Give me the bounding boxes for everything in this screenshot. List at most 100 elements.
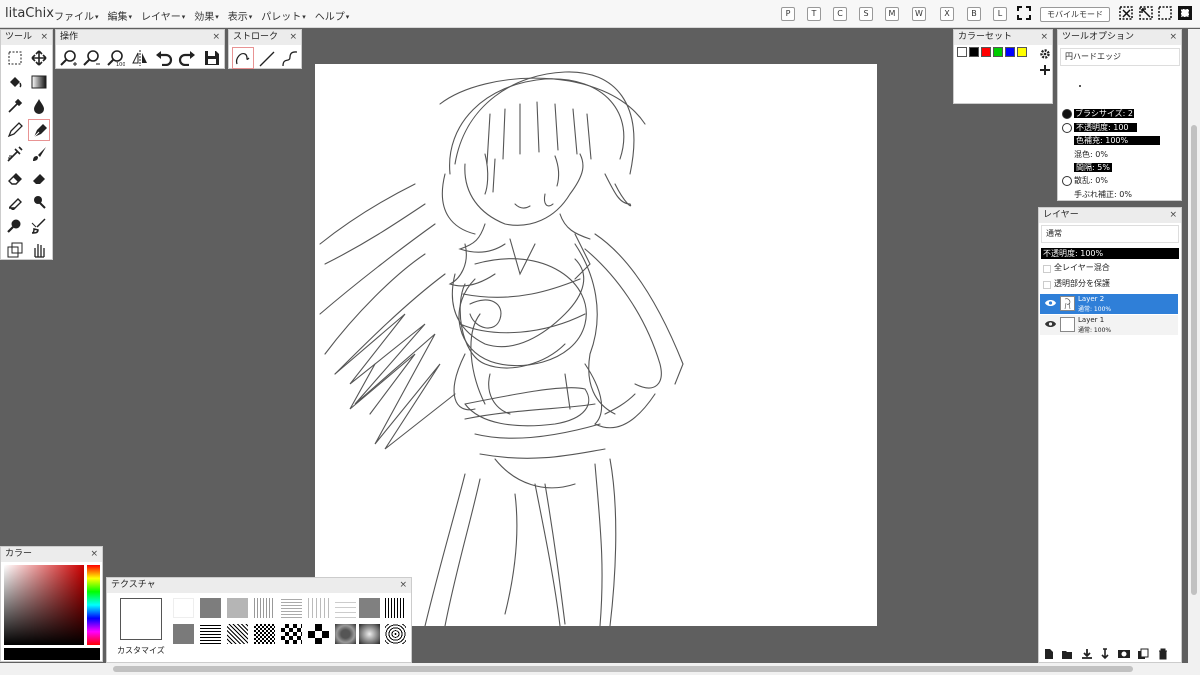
vertical-scrollbar-thumb[interactable]: [1191, 125, 1197, 595]
tools-panel-close-button[interactable]: ×: [40, 30, 48, 45]
move-tool[interactable]: [28, 47, 50, 69]
texture-dark-gray[interactable]: [359, 598, 380, 618]
rect-select-tool[interactable]: [4, 47, 26, 69]
protect-alpha-checkbox[interactable]: [1043, 281, 1051, 289]
menu-file[interactable]: ファイル: [54, 8, 99, 23]
toggle-m-button[interactable]: M: [885, 7, 899, 21]
texture-dots-4[interactable]: [335, 598, 356, 618]
gear-icon[interactable]: [1039, 48, 1051, 60]
zoom-out-icon[interactable]: [83, 49, 101, 67]
tool-options-close-button[interactable]: ×: [1169, 30, 1177, 45]
texture-light-gray[interactable]: [227, 598, 248, 618]
color-swatch-green[interactable]: [993, 47, 1003, 57]
eraser-tool[interactable]: [4, 167, 26, 189]
blend-mode-select[interactable]: 通常: [1041, 225, 1179, 243]
hand-tool[interactable]: [28, 239, 50, 261]
texture-customize-preview[interactable]: [120, 598, 162, 640]
brush-size-slider[interactable]: ブラシサイズ: 2: [1074, 108, 1134, 120]
eye-icon[interactable]: [1045, 299, 1056, 307]
airbrush-tool[interactable]: [4, 143, 26, 165]
duplicate-icon[interactable]: [1137, 648, 1149, 660]
toggle-x-button[interactable]: X: [940, 7, 954, 21]
texture-panel-close-button[interactable]: ×: [399, 578, 407, 593]
flip-horizontal-icon[interactable]: [131, 49, 149, 67]
current-color-swatch[interactable]: [4, 648, 100, 660]
texture-cloud[interactable]: [359, 624, 380, 644]
brush-tool[interactable]: [28, 143, 50, 165]
brush-size-radio[interactable]: [1062, 109, 1072, 119]
texture-gray[interactable]: [200, 598, 221, 618]
texture-gray-2[interactable]: [173, 624, 194, 644]
texture-dots-2[interactable]: [281, 598, 302, 618]
horizontal-scrollbar-thumb[interactable]: [113, 666, 1133, 672]
magnifier-tool[interactable]: [4, 215, 26, 237]
scatter-slider[interactable]: 散乱: 0%: [1074, 175, 1108, 187]
menu-edit[interactable]: 編集: [108, 8, 133, 23]
toggle-b-button[interactable]: B: [967, 7, 981, 21]
trash-icon[interactable]: [1157, 648, 1169, 660]
hue-slider[interactable]: [87, 565, 100, 645]
save-icon[interactable]: [203, 49, 221, 67]
select-all-icon[interactable]: [1118, 5, 1134, 21]
eyedropper-tool[interactable]: [4, 95, 26, 117]
toggle-s-button[interactable]: S: [859, 7, 873, 21]
soft-eraser-tool[interactable]: [28, 167, 50, 189]
toggle-c-button[interactable]: C: [833, 7, 847, 21]
select-transform-icon[interactable]: [1138, 5, 1154, 21]
texture-none[interactable]: [173, 598, 194, 618]
redo-icon[interactable]: [178, 50, 196, 66]
toggle-w-button[interactable]: W: [912, 7, 926, 21]
add-icon[interactable]: [1039, 64, 1051, 76]
menu-help[interactable]: ヘルプ: [315, 8, 350, 23]
texture-large-checker[interactable]: [308, 624, 329, 644]
layer-opacity-slider[interactable]: 不透明度: 100%: [1041, 248, 1179, 259]
mobile-mode-button[interactable]: モバイルモード: [1040, 7, 1110, 22]
horizontal-scrollbar[interactable]: [0, 663, 1200, 675]
zoom-reset-icon[interactable]: 100: [107, 49, 125, 67]
invert-selection-icon[interactable]: [1177, 5, 1193, 21]
menu-effects[interactable]: 効果: [194, 8, 219, 23]
undo-icon[interactable]: [155, 50, 173, 66]
scatter-radio[interactable]: [1062, 176, 1072, 186]
fill-slider[interactable]: 色補充: 100%: [1074, 135, 1161, 147]
new-layer-icon[interactable]: [1043, 648, 1055, 660]
brush-preset-select[interactable]: 円ハードエッジ: [1060, 48, 1180, 66]
merge-down-icon[interactable]: [1081, 648, 1093, 660]
layer-row-2-selected[interactable]: Layer 2 通常: 100%: [1040, 294, 1178, 314]
layer-mask-icon[interactable]: [1117, 648, 1131, 660]
merge-all-checkbox[interactable]: [1043, 265, 1051, 273]
pen-tool-selected[interactable]: [28, 119, 50, 141]
gradient-tool[interactable]: [28, 71, 50, 93]
stabilizer-slider[interactable]: 手ぶれ補正: 0%: [1074, 189, 1132, 201]
smudge-tool[interactable]: [4, 191, 26, 213]
folder-icon[interactable]: [1061, 648, 1073, 660]
blend-slider[interactable]: 混色: 0%: [1074, 149, 1108, 161]
blur-tool[interactable]: [28, 95, 50, 117]
toggle-l-button[interactable]: L: [993, 7, 1007, 21]
texture-checker[interactable]: [281, 624, 302, 644]
zoom-in-icon[interactable]: [60, 49, 78, 67]
menu-view[interactable]: 表示: [228, 8, 253, 23]
color-swatch-white[interactable]: [957, 47, 967, 57]
saturation-value-picker[interactable]: [4, 565, 84, 645]
texture-dots-3[interactable]: [308, 598, 329, 618]
color-swatch-red[interactable]: [981, 47, 991, 57]
transform-tool[interactable]: [4, 239, 26, 261]
texture-fine-dots[interactable]: [254, 598, 275, 618]
stroke-panel-close-button[interactable]: ×: [289, 30, 297, 45]
vertical-scrollbar[interactable]: [1188, 29, 1200, 663]
spacing-slider[interactable]: 間隔: 5%: [1074, 162, 1112, 174]
operations-panel-close-button[interactable]: ×: [212, 30, 220, 45]
menu-palette[interactable]: パレット: [261, 8, 306, 23]
fill-brush-tool[interactable]: [28, 215, 50, 237]
drawing-canvas[interactable]: [315, 64, 877, 626]
freehand-stroke-button[interactable]: [232, 47, 254, 69]
dodge-tool[interactable]: [28, 191, 50, 213]
bucket-tool[interactable]: [4, 71, 26, 93]
opacity-slider[interactable]: 不透明度: 100: [1074, 122, 1137, 134]
eye-icon[interactable]: [1045, 320, 1056, 328]
opacity-radio[interactable]: [1062, 123, 1072, 133]
layers-panel-close-button[interactable]: ×: [1169, 208, 1177, 223]
deselect-icon[interactable]: [1157, 5, 1173, 21]
color-swatch-yellow[interactable]: [1017, 47, 1027, 57]
